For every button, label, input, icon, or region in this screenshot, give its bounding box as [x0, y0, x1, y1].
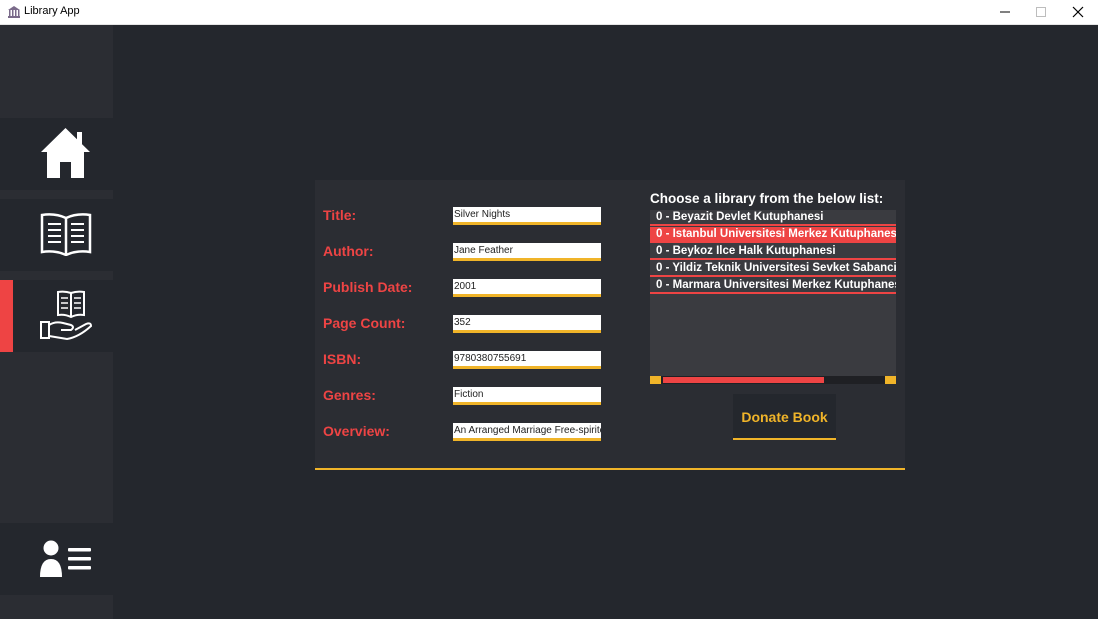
minimize-icon	[1000, 11, 1010, 13]
donate-book-button[interactable]: Donate Book	[733, 394, 836, 440]
genres-label: Genres:	[323, 387, 376, 403]
scroll-left-arrow-icon[interactable]	[650, 376, 661, 384]
page-count-label: Page Count:	[323, 315, 406, 331]
sidebar-item-donate[interactable]	[0, 280, 113, 352]
library-list-item[interactable]: 0 - Marmara Universitesi Merkez Kutuphan…	[650, 278, 896, 294]
sidebar-item-books[interactable]	[0, 199, 113, 271]
active-indicator	[0, 280, 13, 352]
title-bar: Library App	[0, 0, 1098, 25]
donate-book-hand-icon	[40, 290, 93, 341]
close-icon	[1072, 6, 1084, 18]
overview-label: Overview:	[323, 423, 390, 439]
minimize-button[interactable]	[987, 0, 1023, 24]
window-title: Library App	[24, 5, 80, 17]
library-building-icon	[8, 6, 20, 18]
isbn-field[interactable]: 9780380755691	[453, 351, 601, 369]
genres-field[interactable]: Fiction	[453, 387, 601, 405]
library-list-item[interactable]: 0 - Yildiz Teknik Universitesi Sevket Sa…	[650, 261, 896, 277]
sidebar-item-profile[interactable]	[0, 523, 113, 595]
maximize-icon	[1036, 7, 1046, 17]
page-count-field[interactable]: 352	[453, 315, 601, 333]
title-field[interactable]: Silver Nights	[453, 207, 601, 225]
title-label: Title:	[323, 207, 357, 223]
scroll-right-arrow-icon[interactable]	[885, 376, 896, 384]
author-label: Author:	[323, 243, 374, 259]
library-list-item-selected[interactable]: 0 - Istanbul Universitesi Merkez Kutupha…	[650, 227, 896, 243]
author-field[interactable]: Jane Feather	[453, 243, 601, 261]
overview-field[interactable]: An Arranged Marriage Free-spirite	[453, 423, 601, 441]
library-list-item[interactable]: 0 - Beykoz Ilce Halk Kutuphanesi	[650, 244, 896, 260]
donate-panel: Title: Silver Nights Author: Jane Feathe…	[315, 180, 905, 470]
home-icon	[41, 128, 90, 178]
sidebar-item-home[interactable]	[0, 118, 113, 190]
library-list-item[interactable]: 0 - Beyazit Devlet Kutuphanesi	[650, 210, 896, 226]
publish-date-label: Publish Date:	[323, 279, 413, 295]
sidebar	[0, 25, 113, 619]
sidebar-header	[0, 25, 113, 117]
close-button[interactable]	[1060, 0, 1096, 24]
publish-date-field[interactable]: 2001	[453, 279, 601, 297]
user-list-icon	[40, 540, 91, 577]
maximize-button[interactable]	[1023, 0, 1059, 24]
open-book-icon	[40, 213, 92, 256]
library-list-heading: Choose a library from the below list:	[650, 191, 884, 206]
scrollbar-thumb[interactable]	[663, 377, 824, 383]
isbn-label: ISBN:	[323, 351, 362, 367]
library-list-scrollbar[interactable]	[650, 376, 896, 384]
library-list[interactable]: 0 - Beyazit Devlet Kutuphanesi 0 - Istan…	[650, 210, 896, 376]
